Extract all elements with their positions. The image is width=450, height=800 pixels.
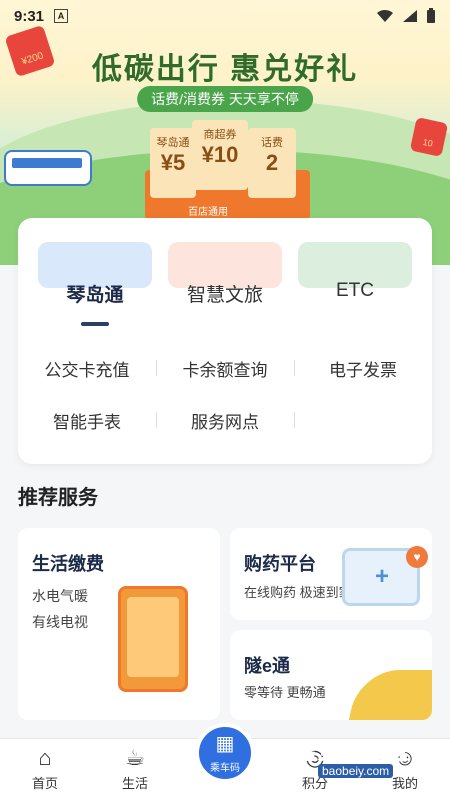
card-title: 购药平台 bbox=[244, 554, 316, 574]
service-row: 公交卡充值 卡余额查询 电子发票 bbox=[18, 346, 432, 398]
signal-icon bbox=[403, 10, 417, 22]
card-text: 水电气暖 bbox=[32, 588, 88, 604]
tab-qindaotong[interactable]: 琴岛通 bbox=[38, 242, 152, 332]
road-illustration bbox=[340, 670, 432, 720]
card-title: 生活缴费 bbox=[32, 554, 104, 574]
service-row: 智能手表 服务网点 bbox=[18, 398, 432, 450]
service-bus-card-recharge[interactable]: 公交卡充值 bbox=[18, 356, 156, 381]
service-grid: 公交卡充值 卡余额查询 电子发票 智能手表 服务网点 bbox=[18, 346, 432, 450]
nav-home[interactable]: ⌂ 首页 bbox=[0, 743, 90, 792]
section-title: 推荐服务 bbox=[18, 487, 98, 509]
card-life-payment[interactable]: 生活缴费 水电气暖 有线电视 bbox=[18, 528, 220, 720]
qr-code-icon: ▦ bbox=[215, 733, 235, 755]
tab-label: 智慧文旅 bbox=[186, 285, 263, 306]
tab-etc[interactable]: ETC bbox=[298, 242, 412, 332]
coupon-card: 商超券 ¥10 bbox=[192, 120, 248, 190]
divider bbox=[294, 412, 295, 428]
service-balance-query[interactable]: 卡余额查询 bbox=[156, 356, 294, 381]
tab-smart-tourism[interactable]: 智慧文旅 bbox=[168, 242, 282, 332]
service-e-invoice[interactable]: 电子发票 bbox=[294, 356, 432, 381]
card-text: 在线购药 极速到家 bbox=[244, 585, 352, 600]
main-service-card: 琴岛通 智慧文旅 ETC 公交卡充值 卡余额查询 电子发票 智能手表 服务网点 bbox=[18, 218, 432, 464]
active-tab-indicator bbox=[81, 322, 109, 326]
home-icon: ⌂ bbox=[38, 745, 52, 770]
battery-icon bbox=[427, 8, 435, 23]
banner-title: 低碳出行 惠兑好礼 bbox=[91, 53, 359, 86]
card-tabs: 琴岛通 智慧文旅 ETC bbox=[38, 242, 412, 332]
tab-label: 琴岛通 bbox=[66, 285, 124, 306]
heart-icon: ♥ bbox=[406, 546, 428, 568]
coffee-icon: ☕ bbox=[125, 745, 145, 770]
notification-icon: A bbox=[54, 9, 69, 23]
coupon-card: 琴岛通 ¥5 bbox=[150, 128, 196, 198]
phone-illustration bbox=[118, 586, 188, 692]
service-outlets[interactable]: 服务网点 bbox=[156, 408, 294, 433]
card-text: 有线电视 bbox=[32, 614, 88, 630]
bus-illustration bbox=[4, 150, 92, 186]
wifi-icon bbox=[377, 9, 393, 22]
nav-ride-code[interactable]: ▦ 乘车码 bbox=[195, 723, 255, 783]
card-title: 隧e通 bbox=[244, 656, 291, 676]
tab-label: ETC bbox=[336, 280, 374, 301]
status-time: 9:31 bbox=[14, 7, 45, 25]
service-smart-watch[interactable]: 智能手表 bbox=[18, 408, 156, 433]
card-tunnel-pass[interactable]: 隧e通 零等待 更畅通 bbox=[230, 630, 432, 720]
nav-life[interactable]: ☕ 生活 bbox=[90, 743, 180, 792]
coupon-card: 话费 2 bbox=[248, 128, 296, 198]
site-watermark: 宝贝游戏网 baobeiy.com bbox=[295, 739, 407, 778]
status-bar: 9:31 A bbox=[0, 0, 450, 32]
banner-subtitle: 话费/消费券 天天享不停 bbox=[137, 86, 313, 112]
card-text: 零等待 更畅通 bbox=[244, 685, 326, 700]
card-medicine-platform[interactable]: 购药平台 在线购药 极速到家 + ♥ bbox=[230, 528, 432, 620]
coupon-tag: 百店通用 bbox=[188, 207, 228, 218]
